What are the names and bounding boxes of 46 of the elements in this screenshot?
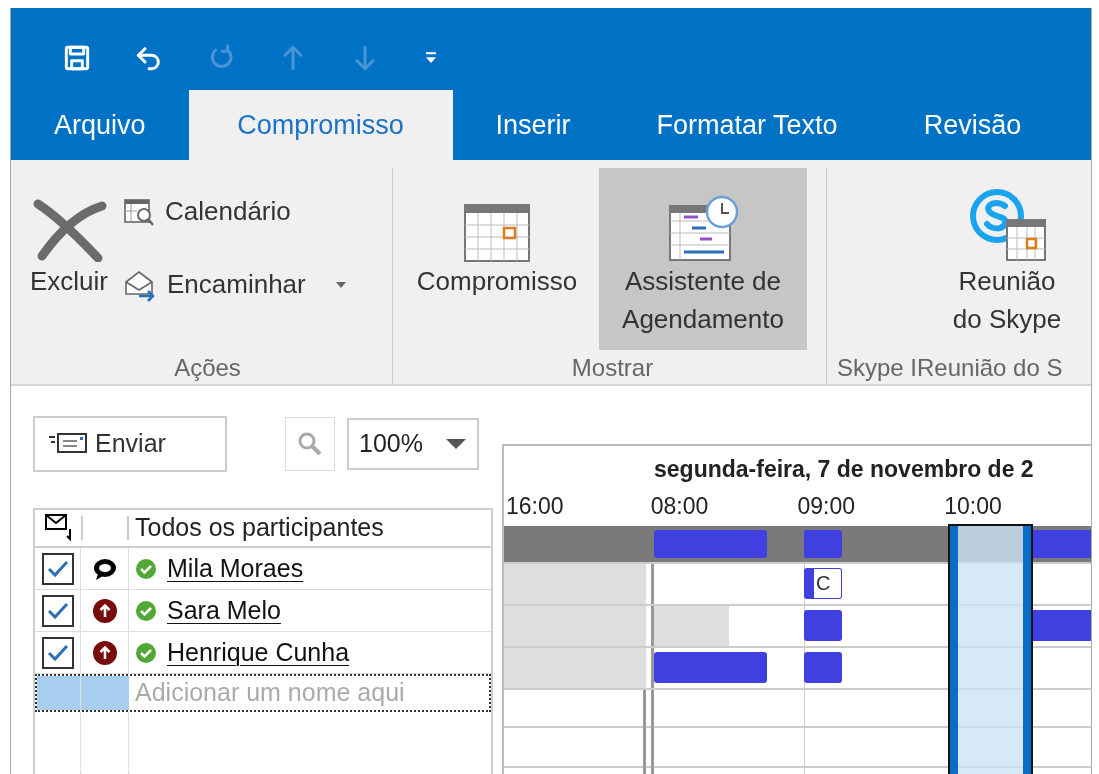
checkmark-icon (46, 643, 69, 662)
busy-block (804, 530, 842, 558)
include-checkbox[interactable] (41, 552, 74, 585)
ribbon-tab[interactable]: Revisão (880, 90, 1065, 160)
dropdown-caret-icon (445, 438, 467, 450)
header-cell (81, 516, 129, 540)
search-icon (296, 430, 324, 458)
group-label: Mostrar (570, 353, 655, 383)
add-name-field[interactable]: Adicionar um nome aqui (35, 674, 491, 712)
group-label: Ações (173, 353, 242, 383)
include-checkbox[interactable] (41, 636, 74, 669)
participant-name[interactable]: Mila Moraes (167, 549, 304, 588)
scheduling-icon (666, 194, 740, 262)
participant-name[interactable]: Sara Melo (167, 591, 281, 630)
busy-block (804, 652, 842, 683)
response-mail-icon (44, 513, 72, 543)
hour-label: 08:00 (650, 491, 710, 521)
hour-label: 09:00 (797, 491, 857, 521)
checkmark-icon (46, 559, 69, 578)
participant-name[interactable]: Henrique Cunha (167, 633, 350, 672)
busy-block (804, 610, 842, 641)
column-header: Todos os participantes (134, 512, 384, 544)
selection-cell (37, 676, 81, 710)
ribbon-tab[interactable]: Compromisso (188, 90, 453, 160)
forward-button[interactable]: Encaminhar (119, 261, 352, 308)
selection-cell (81, 676, 129, 710)
ribbon-tab[interactable]: Arquivo (11, 90, 189, 160)
send-button[interactable]: Enviar (33, 416, 227, 472)
ribbon-tab[interactable]: Formatar Texto (613, 90, 881, 160)
skype-meeting-icon (967, 186, 1047, 262)
event-label: C (814, 569, 841, 598)
hour-label: 10:00 (944, 491, 1003, 521)
hour-label: 16:00 (505, 491, 565, 521)
calendar-search-icon (123, 196, 157, 227)
calendar-button[interactable]: Calendário (119, 188, 352, 235)
group-label: Skype IReunião do S (836, 353, 1064, 383)
delete-button[interactable]: Excluir (23, 168, 115, 350)
ribbon-tab[interactable]: Inserir (452, 90, 614, 160)
scheduling-assistant-button[interactable]: Assistente de Agendamento (599, 168, 807, 350)
day-heading: segunda-feira, 7 de novembro de 2 (653, 455, 1035, 484)
calendar-icon (464, 204, 530, 262)
appointment-button[interactable]: Compromisso (399, 168, 595, 350)
include-checkbox[interactable] (41, 594, 74, 627)
zoom-dropdown[interactable]: 100% (347, 418, 479, 470)
skype-meeting-button[interactable]: Reunião do Skype (927, 168, 1087, 350)
checkmark-icon (46, 601, 69, 620)
